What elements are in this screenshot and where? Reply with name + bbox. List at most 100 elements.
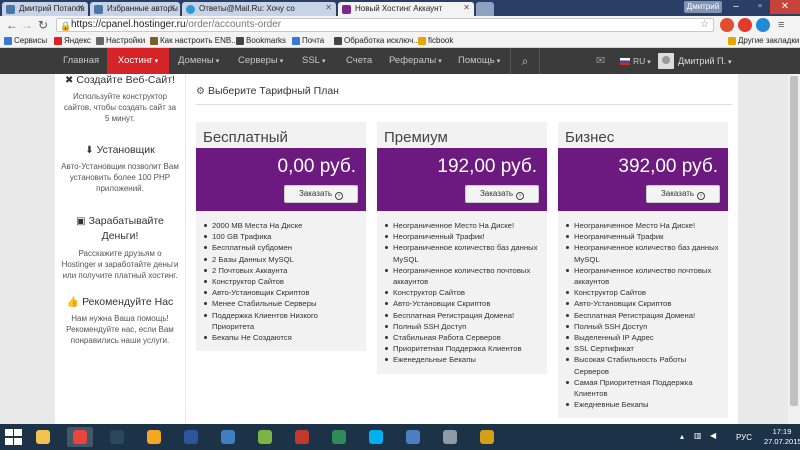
go-icon <box>480 430 494 444</box>
taskbar-button[interactable] <box>252 427 278 447</box>
taskbar-button[interactable] <box>326 427 352 447</box>
bookmark-item[interactable]: Обработка исключ... <box>334 36 420 45</box>
nav-help[interactable]: Помощь ▾ <box>458 48 500 74</box>
other-bookmarks-folder[interactable]: Другие закладки <box>728 36 799 45</box>
bookmark-star-icon[interactable]: ☆ <box>700 19 709 31</box>
folder-icon <box>418 37 426 45</box>
windows-start-icon[interactable] <box>4 428 24 446</box>
taskbar-button[interactable] <box>215 427 241 447</box>
plan-card-free: Бесплатный 0,00 руб. Заказать › 2000 MB М… <box>196 122 366 352</box>
scrollbar-thumb[interactable] <box>790 76 798 406</box>
feature-list: 2000 MB Места На Диске 100 GB Трафика Бе… <box>196 211 366 351</box>
new-tab-button[interactable] <box>476 2 494 16</box>
arrow-right-circle-icon: › <box>335 192 344 200</box>
taskbar-button[interactable] <box>141 427 167 447</box>
list-item: Бесплатная Регистрация Домена! <box>566 310 722 321</box>
bookmark-item[interactable]: Яндекс <box>54 36 91 45</box>
nav-hosting[interactable]: Хостинг ▾ <box>107 48 169 74</box>
promo-earn-money[interactable]: ▣ Зарабатывайте Деньги! Расскажите друзья… <box>55 214 185 281</box>
chevron-down-icon: ▾ <box>279 58 284 65</box>
url-field[interactable]: 🔒 https://cpanel.hostinger.ru/order/acco… <box>56 18 714 32</box>
list-item: Неограниченное количество почтовых аккау… <box>385 265 541 287</box>
bookmark-item[interactable]: Как настроить ENB... <box>150 36 238 45</box>
forward-arrow-icon[interactable]: → <box>21 18 33 32</box>
address-toolbar: ← → ↻ 🔒 https://cpanel.hostinger.ru/orde… <box>0 16 800 34</box>
bookmark-item[interactable]: ficbook <box>418 36 453 45</box>
nav-ssl[interactable]: SSL ▾ <box>302 48 325 74</box>
tab-close-icon[interactable]: ✕ <box>77 3 84 12</box>
list-item: Конструктор Сайтов <box>385 287 541 298</box>
hostinger-favicon-icon <box>342 5 351 14</box>
opera-extension-icon[interactable] <box>720 18 734 32</box>
promo-recommend[interactable]: 👍 Рекомендуйте Нас Нам нужна Ваша помощь!… <box>55 296 185 346</box>
taskbar-button[interactable] <box>30 427 56 447</box>
list-item: Самая Приоритетная Поддержка Клиентов <box>566 377 722 399</box>
file-explorer-icon <box>36 430 50 444</box>
tab-close-icon[interactable]: ✕ <box>463 3 470 12</box>
language-selector[interactable]: RU ▾ <box>620 48 651 74</box>
bookmark-item[interactable]: Почта <box>292 36 324 45</box>
nav-invoices[interactable]: Счета <box>346 48 372 74</box>
close-window-icon[interactable]: ✕ <box>770 0 800 14</box>
arrow-right-circle-icon: › <box>697 192 706 200</box>
taskbar-button[interactable] <box>178 427 204 447</box>
order-button[interactable]: Заказать › <box>284 185 358 203</box>
page-scrollbar[interactable] <box>788 74 800 424</box>
browser-tab[interactable]: Ответы@Mail.Ru: Хочу со ✕ <box>182 2 336 16</box>
nav-servers[interactable]: Серверы ▾ <box>238 48 283 74</box>
minimize-icon[interactable]: – <box>724 0 748 14</box>
list-item: Неограниченное Место На Диске! <box>385 220 541 231</box>
bookmark-item[interactable]: Bookmarks <box>236 36 286 45</box>
promo-website-builder[interactable]: ✖ Создайте Веб-Сайт! Используйте конструк… <box>55 74 185 124</box>
search-icon[interactable]: ⌕ <box>510 48 540 74</box>
taskbar-button[interactable] <box>363 427 389 447</box>
volume-icon[interactable]: ◀ <box>710 431 716 440</box>
taskbar-button[interactable] <box>104 427 130 447</box>
nav-domains[interactable]: Домены ▾ <box>178 48 219 74</box>
plan-price-box: 0,00 руб. Заказать › <box>196 148 366 211</box>
network-icon[interactable]: ▥ <box>694 431 702 440</box>
maximize-icon[interactable]: ▫ <box>748 0 772 14</box>
plan-price-box: 392,00 руб. Заказать › <box>558 148 728 211</box>
nav-referrals[interactable]: Рефералы ▾ <box>389 48 442 74</box>
browser-tab[interactable]: Дмитрий Потапов ✕ <box>2 2 88 16</box>
browser-tab[interactable]: Избранные авторы ✕ <box>90 2 180 16</box>
list-item: Неограниченный Трафик! <box>385 231 541 242</box>
browser-tab-active[interactable]: Новый Хостинг Аккаунт ✕ <box>338 2 474 16</box>
reload-icon[interactable]: ↻ <box>38 18 48 32</box>
list-item: Неограниченное количество баз данных MyS… <box>385 242 541 264</box>
nav-home[interactable]: Главная <box>63 48 99 74</box>
clock[interactable]: 17:19 27.07.2015 <box>764 427 800 447</box>
list-item: Стабильная Работа Серверов <box>385 332 541 343</box>
avatar[interactable] <box>658 53 674 69</box>
promo-installer[interactable]: ⬇ Установщик Авто-Установщик позволит Вам… <box>55 144 185 194</box>
aimp-icon <box>147 430 161 444</box>
menu-icon[interactable]: ≡ <box>778 18 784 32</box>
user-menu[interactable]: Дмитрий П. ▾ <box>678 48 731 74</box>
plan-card-premium: Премиум 192,00 руб. Заказать › Неограниче… <box>377 122 547 374</box>
chevron-up-icon[interactable]: ▴ <box>680 432 684 441</box>
tab-close-icon[interactable]: ✕ <box>325 3 332 12</box>
profile-button[interactable]: Дмитрий <box>684 1 722 13</box>
bookmark-item[interactable]: Сервисы <box>4 36 47 45</box>
promo-title: Зарабатывайте Деньги! <box>88 215 164 242</box>
divider <box>196 104 732 105</box>
list-item: Неограниченное количество почтовых аккау… <box>566 265 722 287</box>
blue-extension-icon[interactable] <box>756 18 770 32</box>
order-button[interactable]: Заказать › <box>646 185 720 203</box>
envelope-icon[interactable]: ✉ <box>596 48 605 74</box>
taskbar-button[interactable] <box>400 427 426 447</box>
taskbar-button[interactable] <box>474 427 500 447</box>
feature-list: Неограниченное Место На Диске! Неогранич… <box>558 211 728 418</box>
bookmark-item[interactable]: Настройки <box>96 36 145 45</box>
order-button[interactable]: Заказать › <box>465 185 539 203</box>
back-arrow-icon[interactable]: ← <box>6 18 18 32</box>
list-item: Бесплатный субдомен <box>204 242 360 253</box>
tab-close-icon[interactable]: ✕ <box>169 3 176 12</box>
taskbar-button[interactable] <box>437 427 463 447</box>
download-icon: ⬇ <box>85 145 94 156</box>
red-extension-icon[interactable] <box>738 18 752 32</box>
taskbar-button[interactable] <box>67 427 93 447</box>
taskbar-button[interactable] <box>289 427 315 447</box>
input-language[interactable]: РУС <box>736 433 752 442</box>
